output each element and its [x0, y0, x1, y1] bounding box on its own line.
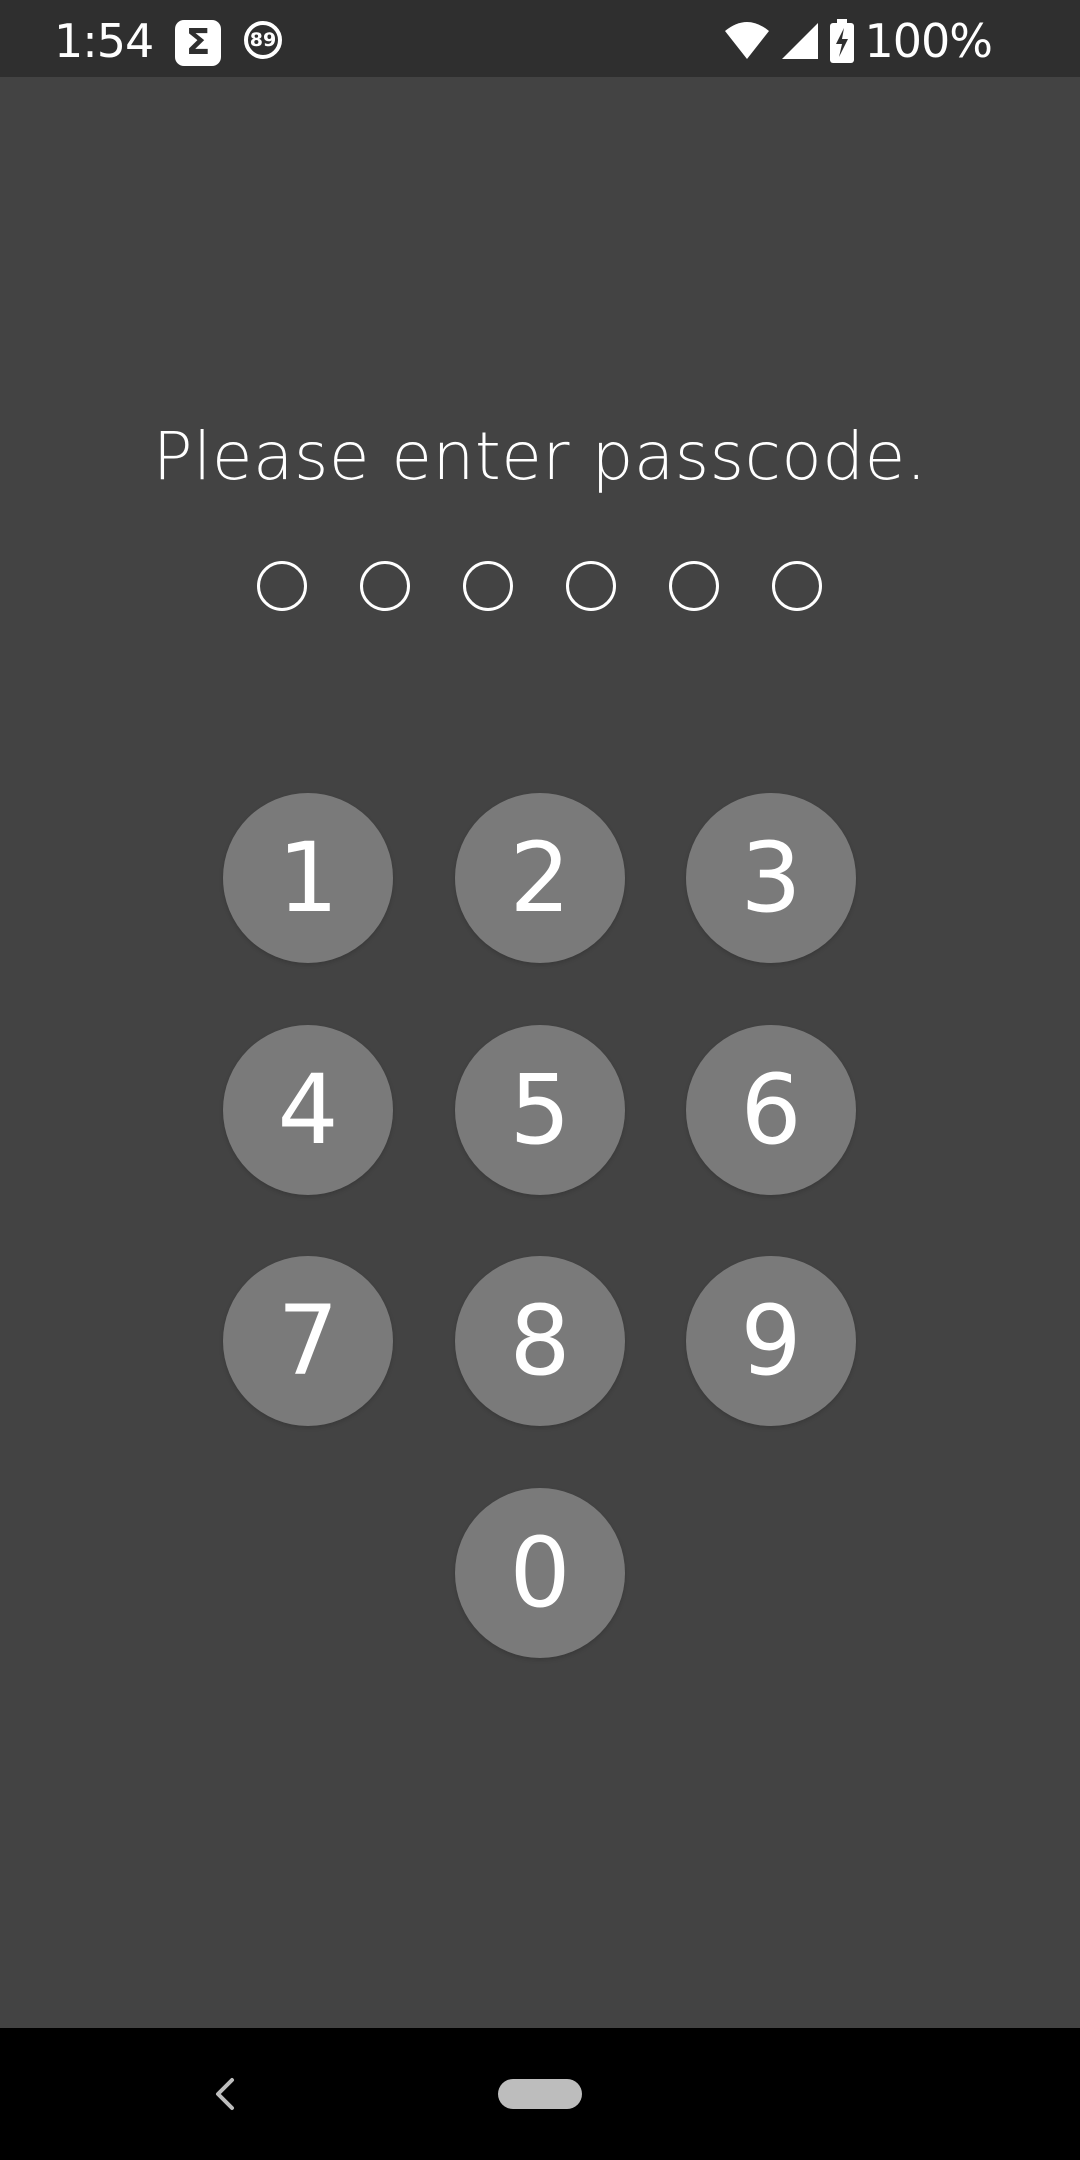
key-3[interactable]: 3	[686, 793, 856, 963]
wifi-icon	[724, 21, 770, 61]
key-0[interactable]: 0	[455, 1488, 625, 1658]
key-5[interactable]: 5	[455, 1025, 625, 1195]
passcode-dot	[257, 561, 307, 611]
back-icon[interactable]	[206, 2074, 246, 2114]
status-indicators: 100%	[724, 14, 993, 68]
key-4[interactable]: 4	[223, 1025, 393, 1195]
battery-percentage: 100%	[864, 14, 993, 68]
passcode-dot	[360, 561, 410, 611]
key-2[interactable]: 2	[455, 793, 625, 963]
home-pill-icon[interactable]	[498, 2079, 582, 2109]
status-bar: 1:54 Σ 89 100%	[0, 0, 1080, 77]
numeric-keypad: 1 2 3 4 5 6 7 8 9 0	[0, 0, 1080, 2160]
key-1[interactable]: 1	[223, 793, 393, 963]
key-7[interactable]: 7	[223, 1256, 393, 1426]
passcode-dot	[669, 561, 719, 611]
sigma-app-icon: Σ	[175, 20, 221, 66]
passcode-dot	[772, 561, 822, 611]
key-6[interactable]: 6	[686, 1025, 856, 1195]
battery-charging-icon	[830, 19, 855, 63]
cellular-signal-icon	[780, 21, 820, 61]
passcode-dots	[0, 561, 1080, 611]
counter-badge-icon: 89	[244, 21, 282, 59]
passcode-dot	[566, 561, 616, 611]
navigation-bar	[0, 2028, 1080, 2160]
status-time: 1:54	[54, 14, 154, 68]
key-9[interactable]: 9	[686, 1256, 856, 1426]
key-8[interactable]: 8	[455, 1256, 625, 1426]
passcode-prompt: Please enter passcode.	[152, 418, 928, 495]
passcode-dot	[463, 561, 513, 611]
